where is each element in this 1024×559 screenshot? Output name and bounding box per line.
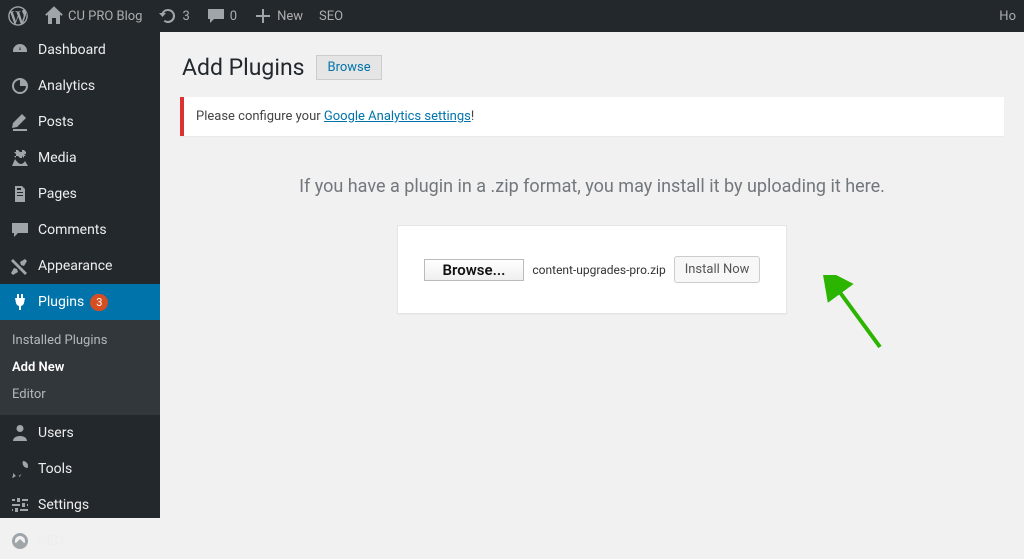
wordpress-icon (8, 6, 28, 26)
sidebar-item-label: Comments (38, 222, 107, 238)
analytics-notice: Please configure your Google Analytics s… (180, 97, 1004, 136)
sidebar-item-label: Appearance (38, 258, 112, 274)
media-icon (10, 148, 30, 168)
plugins-submenu: Installed PluginsAdd NewEditor (0, 320, 160, 415)
sidebar-item-plugins[interactable]: Plugins 3 (0, 284, 160, 320)
sidebar-item-tools[interactable]: Tools (0, 451, 160, 487)
comment-icon (206, 6, 226, 26)
admin-bar: CU PRO Blog 3 0 New SEO Ho (0, 0, 1024, 32)
admin-sidebar: Dashboard Analytics Posts Media Pages Comment… (0, 32, 160, 518)
updates-count: 3 (182, 9, 189, 24)
sidebar-item-dashboard[interactable]: Dashboard (0, 32, 160, 68)
file-browse-button[interactable]: Browse... (424, 259, 525, 281)
sidebar-item-label: SEO (38, 533, 64, 549)
sidebar-item-label: Analytics (38, 78, 95, 94)
sidebar-item-label: Media (38, 150, 77, 166)
tools-icon (10, 459, 30, 479)
submenu-item-installed-plugins[interactable]: Installed Plugins (0, 327, 160, 354)
comments-icon (10, 220, 30, 240)
sidebar-item-posts[interactable]: Posts (0, 104, 160, 140)
comments-link[interactable]: 0 (198, 0, 245, 32)
new-content-link[interactable]: New (245, 0, 311, 32)
new-label: New (277, 9, 303, 24)
sidebar-item-label: Users (38, 425, 74, 441)
wp-logo[interactable] (0, 0, 36, 32)
update-icon (158, 6, 178, 26)
selected-filename: content-upgrades-pro.zip (532, 263, 665, 277)
annotation-arrow (820, 275, 890, 355)
comments-count: 0 (230, 9, 237, 24)
analytics-settings-link[interactable]: Google Analytics settings (324, 109, 471, 124)
plus-icon (253, 6, 273, 26)
settings-icon (10, 495, 30, 515)
dashboard-icon (10, 40, 30, 60)
upload-instruction: If you have a plugin in a .zip format, y… (180, 176, 1004, 197)
page-title: Add Plugins (182, 54, 305, 81)
sidebar-item-pages[interactable]: Pages (0, 176, 160, 212)
pages-icon (10, 184, 30, 204)
analytics-icon (10, 76, 30, 96)
sidebar-item-label: Tools (38, 461, 72, 477)
appearance-icon (10, 256, 30, 276)
sidebar-item-label: Dashboard (38, 42, 106, 58)
seo-menu[interactable]: SEO (311, 0, 351, 32)
sidebar-item-media[interactable]: Media (0, 140, 160, 176)
seo-label: SEO (319, 9, 343, 24)
howdy-user[interactable]: Ho (991, 0, 1024, 32)
sidebar-item-label: Pages (38, 186, 77, 202)
plugins-icon (10, 292, 30, 312)
sidebar-item-label: Settings (38, 497, 89, 513)
sidebar-item-seo[interactable]: SEO (0, 523, 160, 559)
site-name: CU PRO Blog (68, 9, 142, 24)
notice-prefix: Please configure your (196, 109, 324, 124)
sidebar-item-comments[interactable]: Comments (0, 212, 160, 248)
sidebar-item-users[interactable]: Users (0, 415, 160, 451)
sidebar-item-label: Posts (38, 114, 74, 130)
posts-icon (10, 112, 30, 132)
sidebar-item-appearance[interactable]: Appearance (0, 248, 160, 284)
users-icon (10, 423, 30, 443)
upload-form: Browse... content-upgrades-pro.zip Insta… (397, 225, 787, 314)
sidebar-item-label: Plugins (38, 294, 84, 310)
seo-icon (10, 531, 30, 551)
submenu-item-add-new[interactable]: Add New (0, 354, 160, 381)
install-now-button[interactable]: Install Now (674, 256, 761, 283)
notice-suffix: ! (471, 109, 474, 124)
site-name-link[interactable]: CU PRO Blog (36, 0, 150, 32)
main-content: Add Plugins Browse Please configure your… (160, 32, 1024, 518)
sidebar-badge: 3 (90, 294, 108, 311)
home-icon (44, 6, 64, 26)
browse-plugins-button[interactable]: Browse (316, 55, 381, 80)
updates-link[interactable]: 3 (150, 0, 197, 32)
submenu-item-editor[interactable]: Editor (0, 381, 160, 408)
sidebar-item-analytics[interactable]: Analytics (0, 68, 160, 104)
